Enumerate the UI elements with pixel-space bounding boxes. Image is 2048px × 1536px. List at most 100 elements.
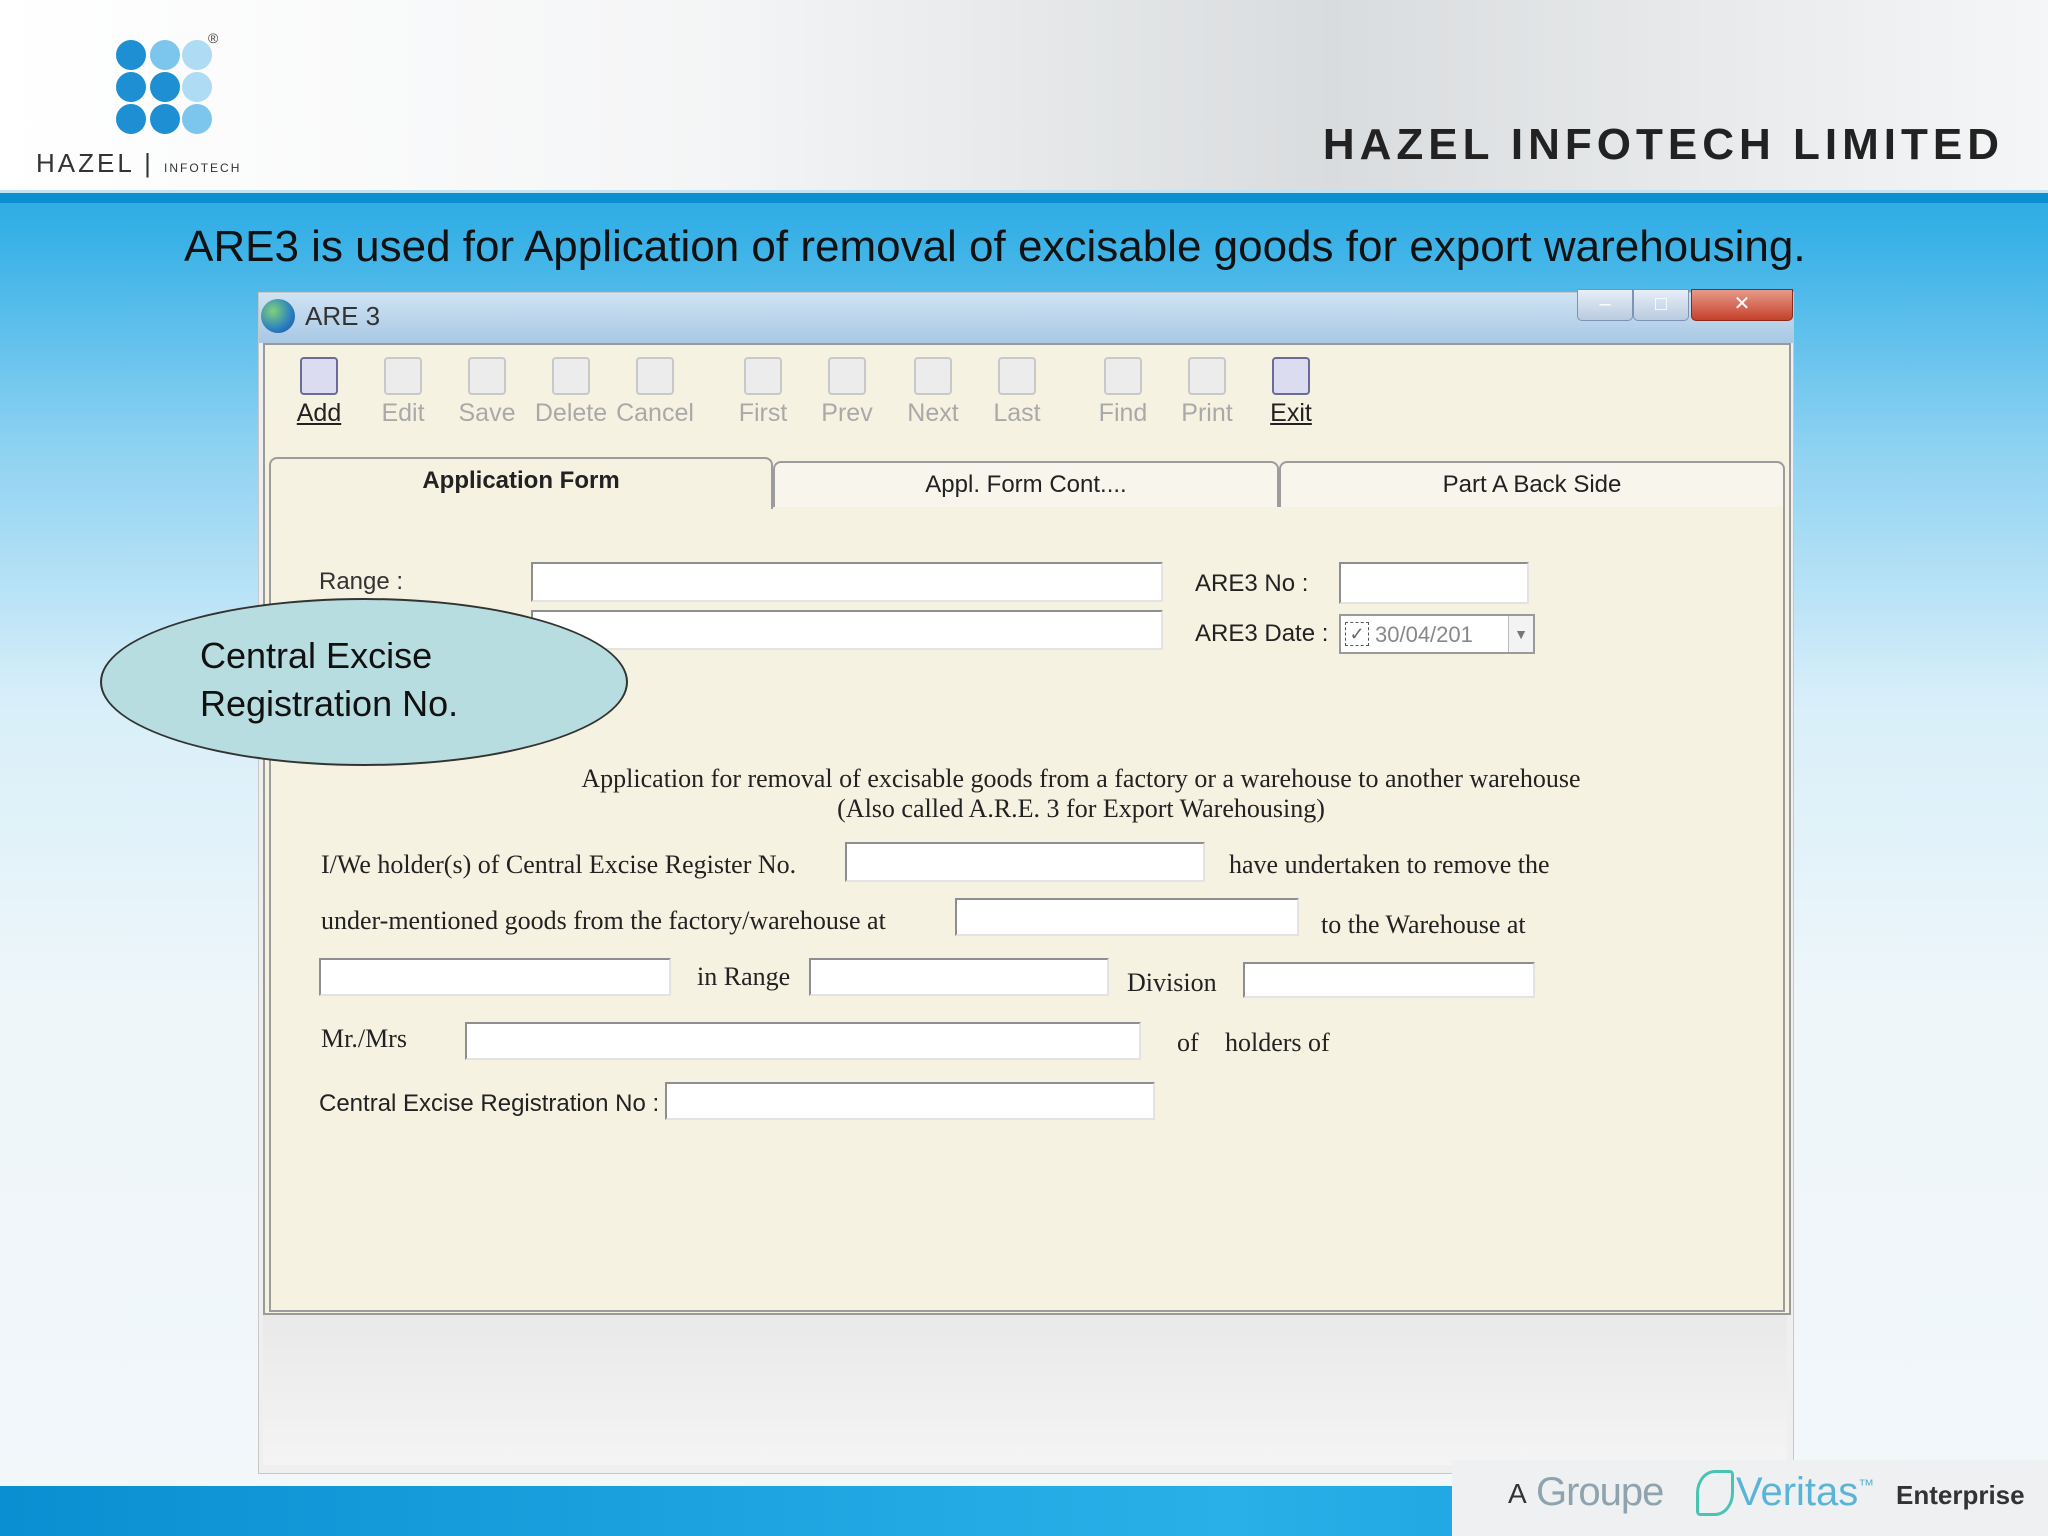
find-button[interactable]: Find — [1083, 357, 1163, 428]
tab-part-a-back-side[interactable]: Part A Back Side — [1279, 461, 1785, 507]
prev-icon — [828, 357, 866, 395]
hazel-logo: ® HAZEL | INFOTECH — [30, 30, 290, 180]
find-icon — [1104, 357, 1142, 395]
first-icon — [744, 357, 782, 395]
last-label: Last — [993, 399, 1041, 427]
print-icon — [1188, 357, 1226, 395]
callout-line2: Registration No. — [200, 683, 459, 724]
central-excise-registration-input[interactable] — [665, 1082, 1155, 1120]
next-button[interactable]: Next — [893, 357, 973, 428]
add-icon — [300, 357, 338, 395]
delete-icon — [552, 357, 590, 395]
cancel-icon — [636, 357, 674, 395]
window-title: ARE 3 — [305, 301, 381, 331]
chevron-down-icon[interactable]: ▼ — [1508, 616, 1533, 652]
veritas-swirl-icon — [1696, 1470, 1734, 1516]
goods-prefix-label: under-mentioned goods from the factory/w… — [321, 906, 886, 935]
window-client-area: Add Edit Save Delete Cancel First Prev N… — [263, 343, 1791, 1315]
callout-text: Central Excise Registration No. — [200, 632, 458, 728]
save-icon — [468, 357, 506, 395]
globe-icon — [261, 299, 295, 333]
footer-groupe: Groupe — [1536, 1470, 1664, 1514]
are3-no-input[interactable] — [1339, 562, 1529, 604]
window-titlebar[interactable]: ARE 3 – □ ✕ — [259, 289, 1793, 343]
slide-header: ® HAZEL | INFOTECH HAZEL INFOTECH LIMITE… — [0, 0, 2048, 193]
division-input[interactable] — [1243, 962, 1535, 998]
tab-appl-form-cont[interactable]: Appl. Form Cont.... — [773, 461, 1279, 507]
exit-button[interactable]: Exit — [1251, 357, 1331, 428]
first-label: First — [738, 399, 788, 427]
window-lower-area — [263, 1315, 1787, 1465]
first-button[interactable]: First — [723, 357, 803, 428]
holder-prefix-label: I/We holder(s) of Central Excise Registe… — [321, 850, 797, 879]
find-label: Find — [1098, 399, 1148, 427]
exit-label: Exit — [1270, 399, 1312, 427]
are3-date-picker[interactable]: ✓ 30/04/201 ▼ — [1339, 614, 1535, 654]
delete-button[interactable]: Delete — [531, 357, 611, 428]
cancel-label: Cancel — [616, 399, 694, 427]
maximize-button[interactable]: □ — [1633, 289, 1689, 321]
footer-veritas: Veritas™ — [1736, 1470, 1874, 1515]
company-name: HAZEL INFOTECH LIMITED — [1322, 120, 2004, 169]
division-top-input[interactable] — [531, 610, 1163, 650]
heading-text-2: (Also called A.R.E. 3 for Export Warehou… — [837, 794, 1325, 823]
central-excise-register-input[interactable] — [845, 842, 1205, 882]
callout-line1: Central Excise — [200, 635, 433, 676]
range-input[interactable] — [531, 562, 1163, 602]
date-checkbox[interactable]: ✓ — [1345, 622, 1369, 646]
print-button[interactable]: Print — [1167, 357, 1247, 428]
delete-label: Delete — [534, 399, 608, 427]
trademark: ™ — [1858, 1477, 1875, 1495]
are3-window: ARE 3 – □ ✕ Add Edit Save Delete Cancel … — [258, 289, 1794, 1474]
save-button[interactable]: Save — [447, 357, 527, 428]
warehouse-at-input[interactable] — [319, 958, 671, 996]
goods-suffix-label: to the Warehouse at — [1321, 910, 1526, 939]
form-heading-line2: (Also called A.R.E. 3 for Export Warehou… — [271, 794, 1783, 824]
mr-mrs-input[interactable] — [465, 1022, 1141, 1060]
footer-a: A — [1508, 1478, 1527, 1509]
prev-button[interactable]: Prev — [807, 357, 887, 428]
next-label: Next — [907, 399, 959, 427]
are3-date-label: ARE3 Date : — [1195, 620, 1329, 647]
groupe-veritas-logo: A Groupe Veritas™ Enterprise — [1452, 1460, 2048, 1536]
in-range-input[interactable] — [809, 958, 1109, 996]
in-range-label: in Range — [697, 962, 791, 991]
of-label: of — [1177, 1028, 1199, 1057]
prev-label: Prev — [821, 399, 873, 427]
division-label: Division — [1127, 968, 1217, 997]
form-heading-line1: Application for removal of excisable goo… — [271, 764, 1783, 794]
slide-title: ARE3 is used for Application of removal … — [184, 222, 1806, 271]
cer-no-label: Central Excise Registration No : — [319, 1090, 660, 1117]
logo-sub: INFOTECH — [164, 161, 242, 175]
tab-label: Appl. Form Cont.... — [925, 471, 1127, 498]
exit-door-icon — [1272, 357, 1310, 395]
registered-mark: ® — [208, 30, 219, 46]
next-icon — [914, 357, 952, 395]
date-value: 30/04/201 — [1375, 622, 1473, 647]
are3-no-label: ARE3 No : — [1195, 570, 1309, 597]
holder-suffix-label: have undertaken to remove the — [1229, 850, 1550, 879]
edit-button[interactable]: Edit — [363, 357, 443, 428]
add-label: Add — [296, 399, 342, 427]
header-stripe — [0, 193, 2048, 203]
heading-text-1: Application for removal of excisable goo… — [581, 764, 1581, 793]
add-button[interactable]: Add — [279, 357, 359, 428]
print-label: Print — [1181, 399, 1233, 427]
logo-text: HAZEL | INFOTECH — [36, 148, 242, 178]
tab-label: Part A Back Side — [1442, 471, 1622, 498]
minimize-button[interactable]: – — [1577, 289, 1633, 321]
veritas-word: Veritas — [1736, 1470, 1859, 1514]
last-button[interactable]: Last — [977, 357, 1057, 428]
save-label: Save — [458, 399, 516, 427]
holders-of-label: holders of — [1225, 1028, 1330, 1057]
edit-label: Edit — [381, 399, 425, 427]
factory-warehouse-input[interactable] — [955, 898, 1299, 936]
close-button[interactable]: ✕ — [1691, 289, 1793, 321]
tab-application-form[interactable]: Application Form — [269, 457, 773, 509]
cancel-button[interactable]: Cancel — [615, 357, 695, 428]
footer-enterprise: Enterprise — [1896, 1480, 2025, 1510]
tab-label: Application Form — [422, 467, 620, 494]
range-label: Range : — [319, 568, 404, 595]
mr-mrs-label: Mr./Mrs — [321, 1024, 407, 1053]
edit-icon — [384, 357, 422, 395]
